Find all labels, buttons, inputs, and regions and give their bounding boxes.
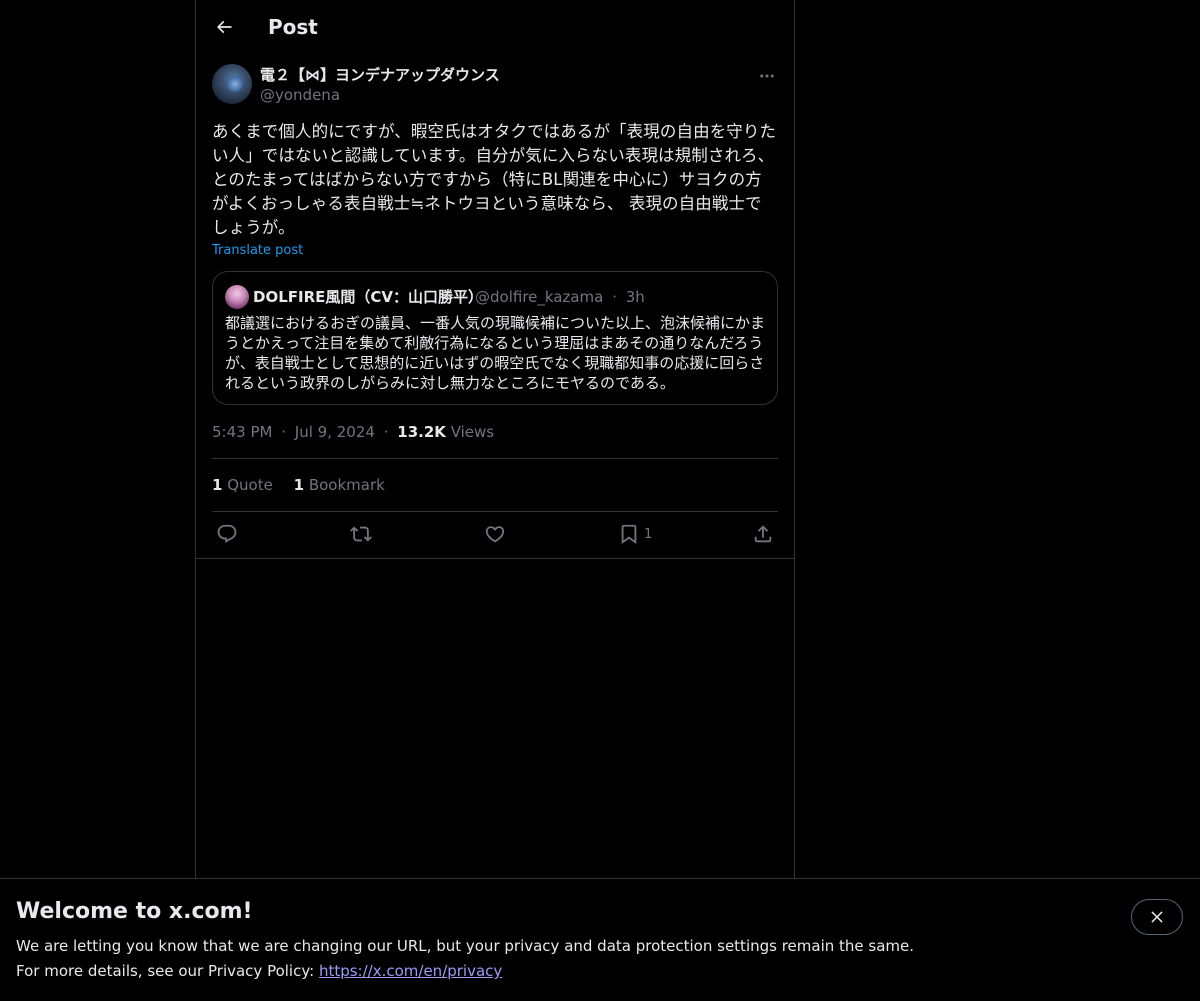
divider — [212, 458, 778, 459]
views-label: Views — [450, 423, 495, 441]
banner-privacy-line: For more details, see our Privacy Policy… — [16, 961, 502, 981]
avatar[interactable] — [212, 64, 252, 104]
quote-text: 都議選におけるおぎの議員、一番人気の現職候補についた以上、泡沫候補にかまうとかえ… — [225, 314, 766, 392]
quote-label: Quote — [227, 476, 273, 494]
post-actions: 1 — [212, 522, 778, 546]
url-change-banner: Welcome to x.com! We are letting you kno… — [0, 878, 1200, 1001]
quoted-post[interactable]: DOLFIRE風間（CV：山口勝平） @dolfire_kazama · 3h … — [212, 271, 778, 405]
banner-title: Welcome to x.com! — [16, 899, 253, 924]
page-header: Post — [196, 0, 794, 54]
author-name[interactable]: 電２【⋈】ヨンデナアップダウンス — [260, 65, 500, 85]
bookmark-label: Bookmark — [308, 476, 385, 494]
bookmark-stat[interactable]: 1 Bookmark — [294, 475, 385, 495]
quote-meta: @dolfire_kazama · 3h — [475, 287, 645, 307]
timestamp-separator: · — [281, 423, 287, 441]
banner-message: We are letting you know that we are chan… — [16, 937, 915, 955]
post-column: Post 電２【⋈】ヨンデナアップダウンス @yondena あくまで個人的にで… — [195, 0, 795, 878]
author-handle[interactable]: @yondena — [260, 85, 340, 105]
reply-button[interactable] — [216, 522, 238, 546]
bookmark-icon — [621, 524, 637, 545]
bookmark-button[interactable]: 1 — [618, 522, 652, 546]
quote-age: 3h — [625, 288, 645, 306]
quote-stat[interactable]: 1 Quote — [212, 475, 273, 495]
quote-count: 1 — [212, 476, 223, 494]
like-icon — [485, 526, 505, 543]
share-button[interactable] — [752, 522, 774, 546]
privacy-policy-link[interactable]: https://x.com/en/privacy — [319, 962, 502, 980]
share-icon — [754, 525, 772, 543]
reply-icon — [217, 524, 237, 543]
views-count: 13.2K — [397, 423, 446, 441]
banner-privacy-prefix: For more details, see our Privacy Policy… — [16, 962, 319, 980]
page-title: Post — [268, 15, 318, 39]
views-separator: · — [383, 423, 389, 441]
repost-icon — [350, 526, 372, 542]
translate-post-link[interactable]: Translate post — [212, 243, 303, 259]
close-icon — [1151, 911, 1163, 923]
back-button[interactable] — [208, 11, 240, 43]
divider — [212, 511, 778, 512]
more-options-button[interactable] — [752, 64, 782, 88]
more-icon — [760, 74, 774, 78]
arrow-left-icon — [216, 20, 232, 34]
like-button[interactable] — [484, 522, 506, 546]
post-date[interactable]: Jul 9, 2024 — [295, 423, 375, 441]
quote-avatar — [225, 285, 249, 309]
post-text: あくまで個人的にですが、暇空氏はオタクではあるが「表現の自由を守りたい人」ではな… — [212, 122, 777, 237]
post-time[interactable]: 5:43 PM — [212, 423, 272, 441]
repost-button[interactable] — [350, 522, 372, 546]
bookmark-count: 1 — [644, 526, 653, 542]
post-timestamp: 5:43 PM · Jul 9, 2024 · 13.2K Views — [212, 422, 778, 442]
quote-author-handle: @dolfire_kazama — [475, 288, 604, 306]
divider — [196, 558, 794, 559]
post-stats: 1 Quote 1 Bookmark — [212, 475, 778, 495]
quote-author-name: DOLFIRE風間（CV：山口勝平） — [253, 288, 484, 306]
bookmark-stat-count: 1 — [293, 476, 305, 494]
quote-separator: · — [612, 288, 617, 306]
close-banner-button[interactable] — [1131, 899, 1183, 935]
